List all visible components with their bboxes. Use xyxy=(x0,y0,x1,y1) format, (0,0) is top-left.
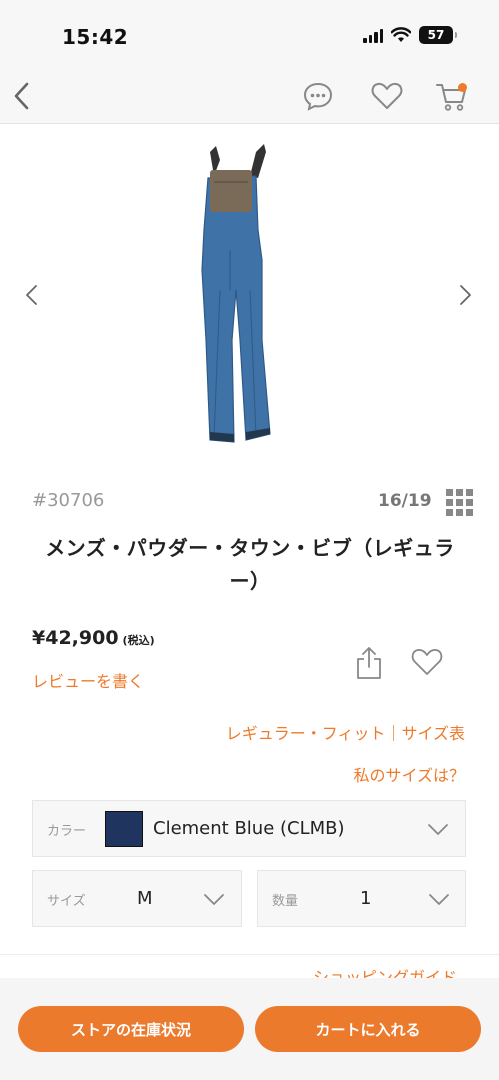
price: ¥42,900 (税込) xyxy=(32,627,155,649)
color-swatch xyxy=(105,811,143,847)
cart-badge-dot xyxy=(458,83,467,92)
status-time: 15:42 xyxy=(62,25,129,49)
chevron-down-icon xyxy=(429,894,449,905)
carousel-prev-icon[interactable] xyxy=(20,283,44,307)
image-counter: 16/19 xyxy=(378,491,432,511)
size-label: サイズ xyxy=(47,894,86,909)
store-stock-button[interactable]: ストアの在庫状況 xyxy=(18,1006,244,1052)
fit-size-chart-link[interactable]: レギュラー・フィット｜サイズ表 xyxy=(226,720,465,744)
my-size-link[interactable]: 私のサイズは？ xyxy=(353,762,465,786)
color-value: Clement Blue (CLMB) xyxy=(153,818,345,839)
quantity-value: 1 xyxy=(360,888,372,909)
heart-icon[interactable] xyxy=(370,80,404,112)
cellular-signal-icon xyxy=(363,27,383,43)
price-value: ¥42,900 xyxy=(32,627,119,649)
size-select[interactable]: サイズ M xyxy=(32,870,242,927)
status-icons: 57 xyxy=(363,26,457,44)
bottom-action-bar: ストアの在庫状況 カートに入れる xyxy=(0,978,499,1080)
add-to-cart-button[interactable]: カートに入れる xyxy=(255,1006,481,1052)
quantity-select[interactable]: 数量 1 xyxy=(257,870,466,927)
battery-level: 57 xyxy=(427,28,445,42)
quantity-label: 数量 xyxy=(272,894,299,909)
status-bar: 15:42 57 xyxy=(0,0,499,68)
battery-icon: 57 xyxy=(419,26,457,44)
product-image xyxy=(201,144,271,443)
chevron-down-icon xyxy=(428,824,448,835)
back-chevron-icon[interactable] xyxy=(8,78,38,114)
product-image-carousel[interactable] xyxy=(0,125,499,465)
wishlist-heart-icon[interactable] xyxy=(410,646,444,678)
size-value: M xyxy=(137,888,153,909)
color-select[interactable]: カラー Clement Blue (CLMB) xyxy=(32,800,466,857)
color-label: カラー xyxy=(47,824,87,839)
nav-bar xyxy=(0,68,499,124)
wifi-icon xyxy=(391,27,411,42)
divider xyxy=(0,954,499,955)
grid-view-icon[interactable] xyxy=(446,489,473,516)
share-icon[interactable] xyxy=(354,645,384,681)
chat-bubble-icon[interactable] xyxy=(302,80,334,112)
product-name: メンズ・パウダー・タウン・ビブ（レギュラー） xyxy=(45,536,455,593)
chevron-down-icon xyxy=(204,894,224,905)
price-tax-label: (税込) xyxy=(122,634,155,647)
style-number: #30706 xyxy=(32,490,105,511)
carousel-next-icon[interactable] xyxy=(453,283,477,307)
write-review-link[interactable]: レビューを書く xyxy=(32,668,144,692)
